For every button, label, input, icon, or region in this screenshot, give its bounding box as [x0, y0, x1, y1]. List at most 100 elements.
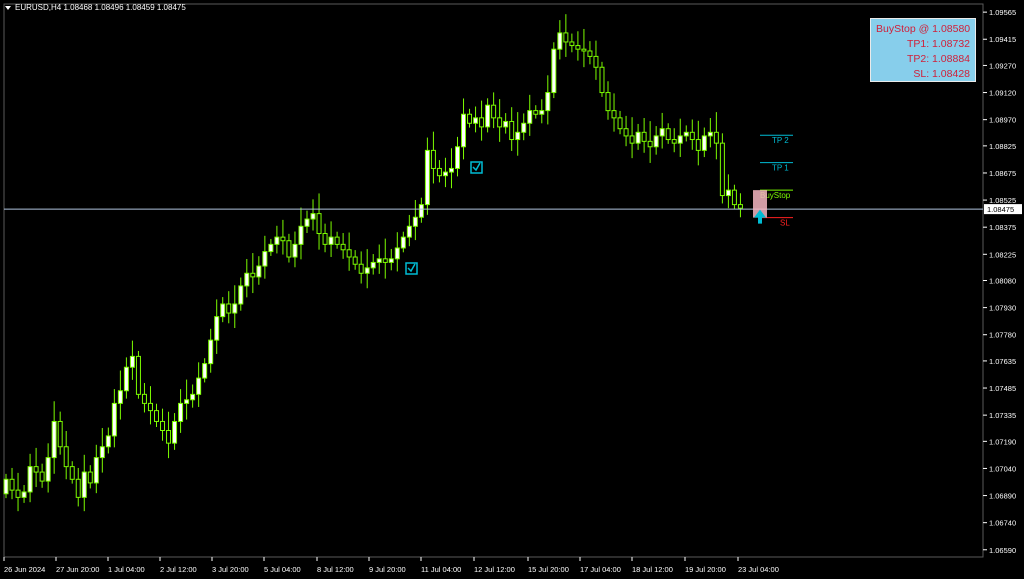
candle-body — [141, 393, 147, 404]
y-tick-label: 1.09565 — [989, 8, 1016, 17]
candle-body — [268, 243, 274, 253]
candle-body — [135, 355, 141, 395]
y-tick-label: 1.09415 — [989, 35, 1016, 44]
candle-body — [485, 104, 491, 128]
y-tick-label: 1.08225 — [989, 250, 1016, 259]
candle-body — [713, 131, 719, 144]
x-tick-label: 12 Jul 12:00 — [474, 565, 515, 574]
candle-body — [701, 135, 707, 151]
candle-body — [292, 243, 298, 258]
y-tick-label: 1.07040 — [989, 464, 1016, 473]
candle-body — [63, 446, 69, 468]
time-axis: 26 Jun 2024 27 Jun 20:00 1 Jul 04:00 2 Jul … — [3, 557, 779, 574]
candle-body — [659, 128, 665, 137]
candle-body — [647, 140, 653, 148]
candle-body — [196, 377, 202, 395]
y-tick-label: 1.08375 — [989, 223, 1016, 232]
y-tick-label: 1.09270 — [989, 61, 1016, 70]
candle-body — [677, 135, 683, 144]
candle-body — [57, 420, 63, 448]
candle-body — [515, 131, 521, 141]
trade-level-label: TP 2 — [772, 136, 789, 145]
x-tick-label: 11 Jul 04:00 — [421, 565, 461, 574]
candle-body — [376, 258, 382, 263]
dropdown-triangle-icon[interactable] — [5, 5, 11, 10]
price-axis: 1.09565 1.09415 1.09270 1.09120 1.08970 1.088… — [983, 8, 1022, 555]
y-tick-label: 1.08525 — [989, 196, 1016, 205]
candle-body — [298, 225, 304, 245]
candle-body — [575, 45, 581, 50]
candle-body — [587, 50, 593, 57]
candle-body — [599, 66, 605, 94]
candle-body — [382, 258, 388, 263]
x-tick-label: 3 Jul 20:00 — [212, 565, 249, 574]
candle-body — [244, 272, 250, 287]
order-info-panel: BuyStop @ 1.08580 TP1: 1.08732 TP2: 1.08… — [870, 18, 976, 82]
candle-body — [479, 117, 485, 128]
candle-body — [629, 135, 635, 144]
price-chart[interactable]: TP 2TP 1BuyStopSL 1.09565 1.09415 1.09270 1… — [0, 0, 1024, 579]
y-tick-label: 1.07190 — [989, 437, 1016, 446]
candle-body — [166, 429, 172, 444]
candle-body — [719, 142, 725, 197]
candle-body — [418, 204, 424, 218]
symbol-line: EURUSD,H4 1.08468 1.08496 1.08459 1.0847… — [15, 3, 186, 12]
candle-body — [617, 117, 623, 130]
candle-body — [346, 249, 352, 258]
candle-body — [250, 272, 256, 278]
x-tick-label: 5 Jul 04:00 — [264, 565, 301, 574]
signal-check-mark — [407, 263, 416, 273]
y-tick-label: 1.07335 — [989, 411, 1016, 420]
candle-body — [316, 213, 322, 235]
candle-body — [9, 478, 15, 491]
candle-body — [105, 435, 111, 448]
candle-body — [69, 466, 75, 480]
candle-body — [129, 355, 135, 368]
y-tick-label: 1.06890 — [989, 492, 1016, 501]
candle-body — [256, 265, 262, 278]
candle-body — [635, 131, 641, 144]
candle-body — [683, 131, 689, 137]
candle-body — [304, 218, 310, 227]
candle-body — [394, 247, 400, 260]
candle-body — [123, 366, 129, 392]
x-tick-label: 19 Jul 20:00 — [685, 565, 726, 574]
candle-body — [689, 131, 695, 141]
candle-body — [731, 189, 737, 206]
y-tick-label: 1.06740 — [989, 519, 1016, 528]
candle-body — [99, 446, 105, 459]
candle-body — [473, 117, 479, 124]
tp1-text: TP1: 1.08732 — [906, 38, 970, 50]
y-tick-label: 1.07930 — [989, 304, 1016, 313]
plot-frame — [3, 3, 984, 558]
candle-body — [111, 402, 117, 437]
candle-body — [527, 110, 533, 124]
candle-body — [220, 303, 226, 318]
buystop-text: BuyStop @ 1.08580 — [876, 23, 971, 35]
candle-body — [51, 420, 57, 459]
candle-body — [364, 267, 370, 274]
x-tick-label: 1 Jul 04:00 — [108, 565, 145, 574]
candle-body — [442, 171, 448, 177]
trade-levels-group: TP 2TP 1BuyStopSL — [4, 134, 983, 228]
candle-body — [406, 225, 412, 238]
y-tick-label: 1.06590 — [989, 546, 1016, 555]
candle-body — [707, 131, 713, 137]
candle-body — [388, 258, 394, 263]
candle-body — [87, 471, 93, 484]
candle-body — [509, 120, 515, 141]
candle-body — [27, 466, 33, 493]
candle-body — [358, 263, 364, 274]
candle-body — [545, 92, 551, 112]
candle-body — [461, 113, 467, 148]
candle-body — [430, 149, 436, 169]
candle-body — [232, 303, 238, 314]
x-tick-label: 18 Jul 12:00 — [632, 565, 673, 574]
candle-body — [202, 363, 208, 379]
candle-body — [448, 167, 454, 173]
y-tick-label: 1.08080 — [989, 277, 1016, 286]
y-tick-label: 1.08970 — [989, 116, 1016, 125]
candle-body — [15, 489, 21, 498]
candle-body — [581, 48, 587, 52]
candle-body — [424, 149, 430, 206]
